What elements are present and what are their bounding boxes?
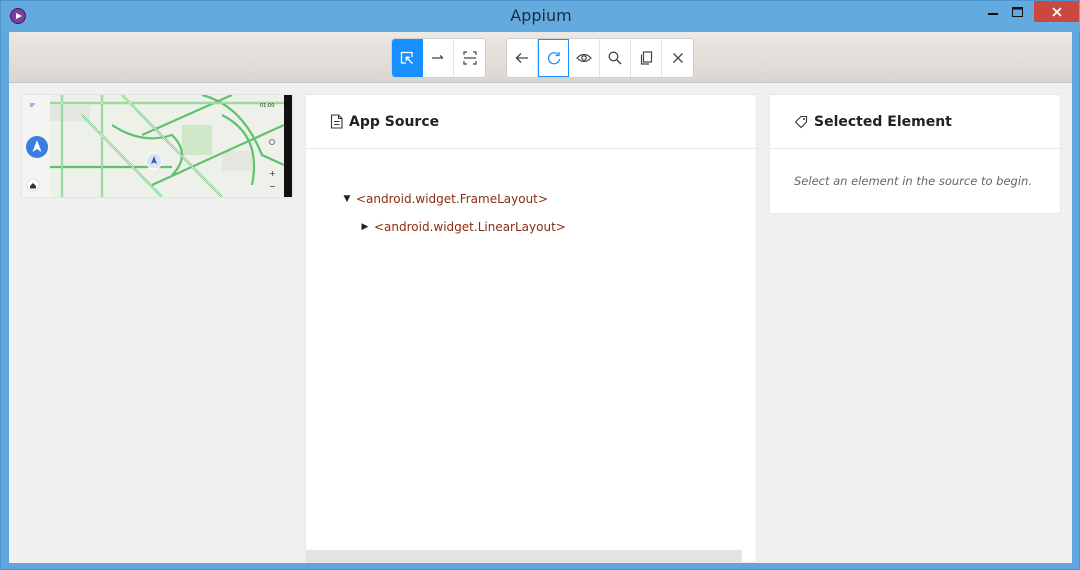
source-tree: ▼ <android.widget.FrameLayout> ▶ <androi… [338,185,566,241]
map-screenshot-image: 01:00 + − [22,95,292,197]
caret-right-icon[interactable]: ▶ [356,222,374,232]
tree-node-label[interactable]: <android.widget.LinearLayout> [374,220,566,234]
selected-element-panel: Selected Element Select an element in th… [769,94,1061,214]
selected-element-title: Selected Element [814,113,952,130]
scan-icon [462,51,477,65]
svg-text:+: + [269,169,276,178]
arrow-left-icon [515,53,528,63]
device-status-time: 01:00 [260,103,274,109]
svg-text:−: − [269,182,276,191]
arrow-right-icon [432,55,444,59]
selected-element-hint: Select an element in the source to begin… [794,174,1032,188]
app-window: Appium 01:00 + − App Source ▼ <android.w… [0,0,1080,570]
maximize-icon [1011,6,1023,17]
eye-icon [576,53,592,63]
refresh-button[interactable] [538,39,569,77]
copy-icon [640,51,652,65]
close-icon [672,53,683,63]
copy-source-button[interactable] [631,39,662,77]
app-source-panel: App Source ▼ <android.widget.FrameLayout… [305,94,757,563]
record-button[interactable] [569,39,600,77]
tree-node-label[interactable]: <android.widget.FrameLayout> [356,192,548,206]
selected-element-header: Selected Element [770,95,1060,149]
horizontal-scrollbar[interactable] [306,550,742,562]
tree-node-linearlayout[interactable]: ▶ <android.widget.LinearLayout> [338,213,566,241]
tag-icon [794,115,808,128]
session-button-group [506,38,694,78]
search-icon [608,51,622,65]
gesture-button-group [391,38,486,78]
toolbar [9,32,1072,83]
title-bar[interactable]: Appium [1,1,1080,32]
minimize-icon [988,12,998,15]
file-text-icon [330,114,343,129]
app-source-title: App Source [349,113,440,130]
window-title: Appium [510,6,572,25]
inspector-client-area: 01:00 + − App Source ▼ <android.widget.F… [9,32,1072,563]
caret-down-icon[interactable]: ▼ [338,194,356,204]
close-icon [1051,6,1062,17]
quit-session-button[interactable] [662,39,693,77]
back-button[interactable] [507,39,538,77]
reload-icon [547,52,560,65]
search-button[interactable] [600,39,631,77]
select-elements-button[interactable] [392,39,423,77]
tap-coordinates-button[interactable] [454,39,485,77]
swipe-button[interactable] [423,39,454,77]
app-source-header: App Source [306,95,756,149]
tree-node-framelayout[interactable]: ▼ <android.widget.FrameLayout> [338,185,566,213]
maximize-button[interactable] [1003,1,1031,22]
device-screenshot[interactable]: 01:00 + − [22,95,292,197]
close-window-button[interactable] [1034,1,1079,22]
select-cursor-icon [400,51,413,64]
